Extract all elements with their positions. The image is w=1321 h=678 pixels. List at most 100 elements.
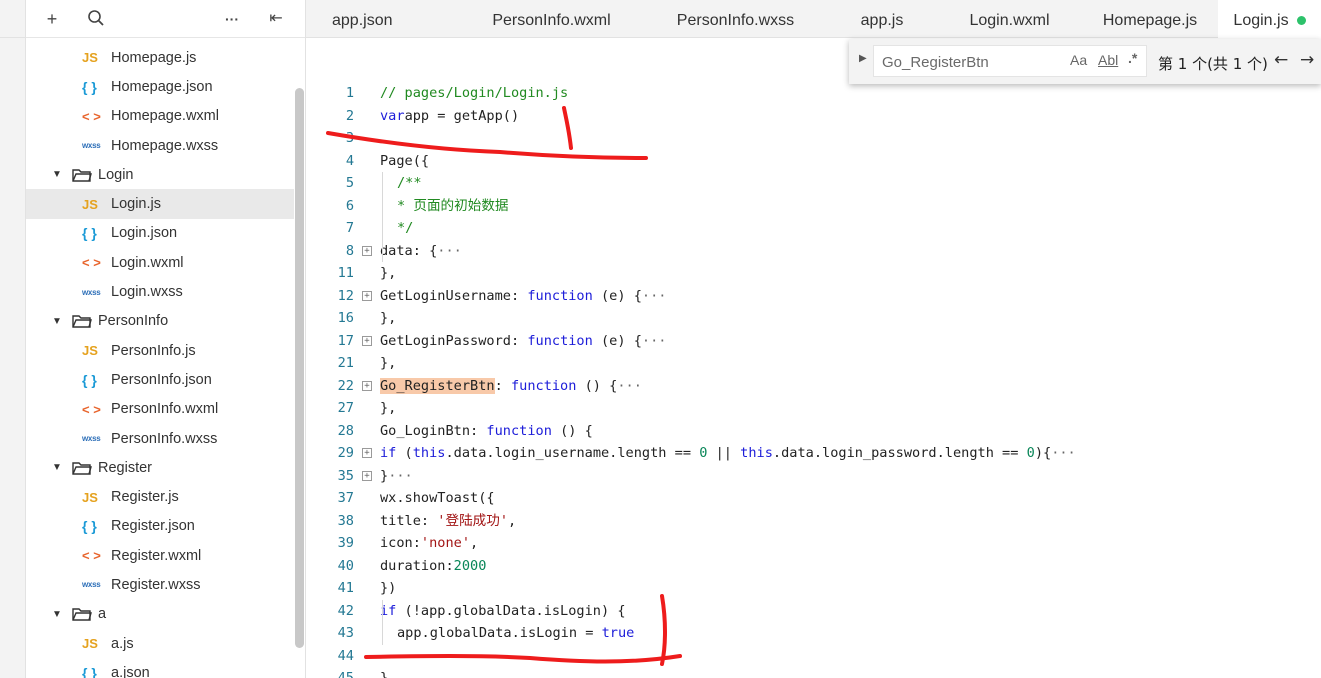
activity-strip [0,0,26,678]
tree-file[interactable]: { } Homepage.json [26,72,294,101]
tree-file[interactable]: < > Homepage.wxml [26,102,294,131]
caret-down-icon[interactable]: ▼ [52,609,64,620]
code-line: 37 wx.showToast({ [306,487,1321,509]
tree-folder[interactable]: ▼ PersonInfo [26,307,294,336]
wxss-file-icon: wxss [82,141,101,151]
fold-expand-icon[interactable]: + [362,470,372,481]
line-number: 8 [345,242,354,259]
tab-label: app.js [860,12,904,29]
tree-file-label: Register.wxml [111,547,202,564]
fold-expand-icon[interactable]: + [362,448,372,458]
line-number: 35 [337,467,354,484]
tree-file[interactable]: JS PersonInfo.js [26,336,294,365]
code-text: * 页面的初始数据 [397,197,509,214]
tree-file[interactable]: wxss Login.wxss [26,277,294,306]
folder-open-icon [72,315,92,329]
tree-file[interactable]: { } a.json [26,658,294,678]
code-line: 27}, [306,397,1321,419]
tree-file-label: Login.js [111,196,161,213]
code-line: 40 duration:2000 [306,555,1321,577]
tree-file[interactable]: JS Login.js [26,189,294,219]
tree-file[interactable]: wxss PersonInfo.wxss [26,424,294,453]
find-input[interactable]: Go_RegisterBtn Aa Abl .* [873,45,1147,77]
tab-1[interactable]: PersonInfo.wxml [459,0,644,38]
tree-file[interactable]: JS Homepage.js [26,43,294,72]
collapse-icon[interactable]: ⇤ [266,9,286,29]
code-text: if (this.data.login_username.length == 0… [380,445,1076,461]
line-number: 4 [345,152,354,169]
code-line: 42 if (!app.globalData.isLogin) { [306,600,1321,622]
json-file-icon: { } [82,78,97,95]
code-text: GetLoginUsername: function (e) {··· [380,287,667,304]
caret-down-icon[interactable]: ▼ [52,169,64,180]
explorer-toolbar: + ··· ⇤ [26,0,305,38]
match-case-icon[interactable]: Aa [1070,52,1087,68]
code-text: Go_LoginBtn: function () { [380,422,593,439]
fold-expand-icon[interactable]: + [362,290,372,301]
tab-4[interactable]: Login.wxml [937,0,1082,38]
tree-file[interactable]: wxss Homepage.wxss [26,131,294,160]
tab-0[interactable]: app.json [306,0,459,38]
tree-file-label: Homepage.wxss [111,137,219,154]
line-number: 28 [337,422,354,439]
line-number: 5 [345,175,354,191]
fold-expand-icon[interactable]: + [362,335,372,346]
fold-expand-icon[interactable]: + [362,380,372,391]
wxss-file-icon: wxss [82,287,101,297]
line-number: 40 [337,557,354,574]
tab-3[interactable]: app.js [827,0,937,38]
fold-expand-icon[interactable]: + [362,245,372,256]
js-file-icon: JS [82,343,98,359]
code-line: 35 +}··· [306,465,1321,487]
tab-5[interactable]: Homepage.js [1082,0,1218,38]
code-text: icon:'none', [380,535,479,551]
tab-2[interactable]: PersonInfo.wxss [644,0,827,38]
plus-icon[interactable]: + [42,9,62,29]
code-text: wx.showToast({ [380,490,495,506]
tree-file-label: PersonInfo.wxss [111,430,218,447]
tree-folder[interactable]: ▼ a [26,600,294,629]
code-text: /** [397,175,422,191]
tree-file[interactable]: JS Register.js [26,482,294,511]
regex-icon[interactable]: .* [1128,50,1137,66]
tab-6[interactable]: Login.js [1218,0,1321,39]
tree-file[interactable]: { } Login.json [26,219,294,248]
tree-folder[interactable]: ▼ Login [26,160,294,189]
tree-file[interactable]: { } PersonInfo.json [26,365,294,394]
explorer-scrollbar[interactable] [295,88,304,648]
code-line: 8 + data: {··· [306,240,1321,262]
code-editor[interactable]: 1 // pages/Login/Login.js 2 varapp = getApp… [306,39,1321,678]
tree-file-label: PersonInfo.json [111,371,212,388]
next-match-icon[interactable]: → [1300,50,1314,70]
whole-word-icon[interactable]: Abl [1098,52,1118,68]
caret-down-icon[interactable]: ▼ [52,462,64,473]
code-line: 7 */ [306,217,1321,239]
previous-match-icon[interactable]: ← [1274,50,1288,70]
code-text: Go_RegisterBtn: function () {··· [380,377,642,394]
tree-folder[interactable]: ▼ Register [26,453,294,482]
tree-file[interactable]: JS a.js [26,629,294,658]
ellipsis-icon[interactable]: ··· [222,9,242,29]
code-text: }) [380,580,397,596]
tree-file[interactable]: < > Login.wxml [26,248,294,277]
caret-down-icon[interactable]: ▼ [52,316,64,327]
tree-file-label: PersonInfo.js [111,342,196,359]
toggle-replace-icon[interactable]: ▶ [859,53,867,64]
line-number: 3 [345,130,354,146]
code-line: 22 + Go_RegisterBtn: function () {··· [306,375,1321,397]
code-line: 41}) [306,577,1321,599]
code-line: 28 Go_LoginBtn: function () { [306,420,1321,442]
tree-file[interactable]: < > PersonInfo.wxml [26,395,294,424]
tree-file-label: Login.json [111,225,178,242]
line-number: 44 [337,647,354,664]
line-number: 12 [337,287,354,304]
ide-window: + ··· ⇤ JS Homepage.js { } Homepage.json < >… [0,0,1321,678]
tree-file[interactable]: < > Register.wxml [26,541,294,570]
code-line: 2 varapp = getApp() [306,105,1321,127]
code-text: if (!app.globalData.isLogin) { [380,602,626,619]
tree-file[interactable]: { } Register.json [26,512,294,541]
line-number: 41 [337,580,354,596]
tree-file[interactable]: wxss Register.wxss [26,570,294,599]
line-number: 11 [337,265,354,281]
search-icon[interactable] [86,9,106,29]
